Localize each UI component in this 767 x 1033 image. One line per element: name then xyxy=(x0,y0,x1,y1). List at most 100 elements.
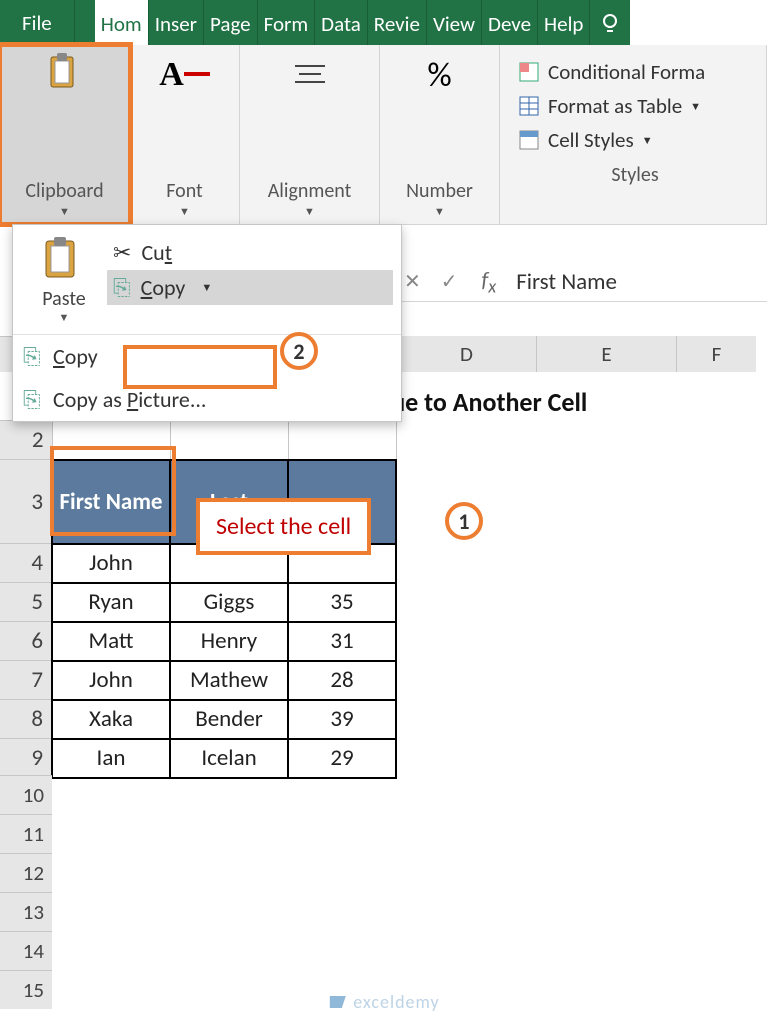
number-label: Number xyxy=(406,179,473,203)
col-e-header[interactable]: E xyxy=(536,336,676,372)
row-header[interactable]: 13 xyxy=(0,892,52,931)
cell-styles-label: Cell Styles xyxy=(548,127,634,153)
row-2-header[interactable]: 2 xyxy=(0,421,52,460)
scissors-icon: ✂ xyxy=(113,239,131,266)
tab-spacer xyxy=(75,0,95,45)
watermark: exceldemy xyxy=(327,991,439,1013)
cell[interactable]: Mathew xyxy=(170,661,288,700)
cell[interactable]: 28 xyxy=(288,661,396,700)
row-header[interactable]: 9 xyxy=(0,739,52,778)
cell[interactable]: Xaka xyxy=(52,700,170,739)
row-header[interactable]: 15 xyxy=(0,970,52,1009)
cell[interactable]: 39 xyxy=(288,700,396,739)
tab-file[interactable]: File xyxy=(0,0,75,45)
caret-icon: ▼ xyxy=(642,134,653,147)
format-as-table-button[interactable]: Format as Table ▼ xyxy=(518,93,701,119)
copy-icon: ⎘ xyxy=(113,274,131,301)
cell[interactable]: Bender xyxy=(170,700,288,739)
clipboard-caret-icon: ▼ xyxy=(59,205,70,218)
blank-rows: 10 11 12 13 14 15 xyxy=(0,775,52,1009)
tab-formulas[interactable]: Form xyxy=(258,0,316,45)
row-header[interactable]: 11 xyxy=(0,814,52,853)
cell[interactable]: 29 xyxy=(288,739,396,778)
annotation-callout: Select the cell xyxy=(196,498,371,555)
row-3-header[interactable]: 3 xyxy=(0,460,52,544)
cell[interactable] xyxy=(170,421,288,460)
clipboard-dropdown: Paste ▼ ✂ Cut ⎘ Copy ▼ ⎘ Copy ⎘ Copy as … xyxy=(12,224,402,422)
cut-button[interactable]: ✂ Cut xyxy=(107,235,393,270)
font-icon: A xyxy=(159,55,210,95)
clipboard-icon xyxy=(45,55,85,95)
submenu-copy[interactable]: ⎘ Copy xyxy=(13,335,401,378)
cell[interactable]: Giggs xyxy=(170,583,288,622)
tab-data[interactable]: Data xyxy=(315,0,368,45)
tab-help[interactable]: Help xyxy=(538,0,590,45)
col-f-header[interactable]: F xyxy=(676,336,756,372)
conditional-formatting-label: Conditional Forma xyxy=(548,59,705,85)
cell-styles-button[interactable]: Cell Styles ▼ xyxy=(518,127,653,153)
cell[interactable]: 31 xyxy=(288,622,396,661)
alignment-caret-icon: ▼ xyxy=(304,205,315,218)
font-label: Font xyxy=(166,179,202,203)
tab-page-layout[interactable]: Page xyxy=(204,0,258,45)
tab-review[interactable]: Revie xyxy=(368,0,427,45)
cancel-icon[interactable]: ✕ xyxy=(404,269,421,294)
worksheet-grid: C D E F alue to Another Cell 2 3 First N… xyxy=(0,390,767,1033)
col-d-header[interactable]: D xyxy=(396,336,536,372)
conditional-formatting-button[interactable]: Conditional Forma xyxy=(518,59,705,85)
caret-icon: ▼ xyxy=(201,281,212,294)
styles-label: Styles xyxy=(611,163,658,187)
watermark-logo-icon xyxy=(327,992,347,1012)
paste-button[interactable]: Paste ▼ xyxy=(21,231,107,328)
picture-icon: ⎘ xyxy=(23,386,41,413)
tab-view[interactable]: View xyxy=(427,0,482,45)
row-header[interactable]: 4 xyxy=(0,544,52,583)
caret-icon: ▼ xyxy=(690,100,701,113)
cell[interactable]: 35 xyxy=(288,583,396,622)
row-header[interactable]: 14 xyxy=(0,931,52,970)
group-clipboard[interactable]: Clipboard ▼ xyxy=(0,45,130,224)
group-font[interactable]: A Font ▼ xyxy=(130,45,240,224)
tab-developer[interactable]: Deve xyxy=(482,0,538,45)
row-header[interactable]: 7 xyxy=(0,661,52,700)
watermark-brand: exceldemy xyxy=(353,991,439,1013)
submenu-copy-as-picture[interactable]: ⎘ Copy as Picture... xyxy=(13,378,401,421)
paste-caret-icon: ▼ xyxy=(59,311,70,324)
cell[interactable] xyxy=(52,421,170,460)
row-header[interactable]: 5 xyxy=(0,583,52,622)
font-caret-icon: ▼ xyxy=(179,205,190,218)
row-header[interactable]: 8 xyxy=(0,700,52,739)
formula-value[interactable]: First Name xyxy=(506,268,617,296)
cell[interactable]: Icelan xyxy=(170,739,288,778)
tab-insert[interactable]: Inser xyxy=(149,0,204,45)
enter-icon[interactable]: ✓ xyxy=(441,269,458,294)
tell-me-icon[interactable] xyxy=(590,0,630,45)
number-caret-icon: ▼ xyxy=(434,205,445,218)
alignment-icon xyxy=(293,55,327,95)
fx-icon[interactable]: fx xyxy=(472,266,507,297)
group-styles: Conditional Forma Format as Table ▼ Cell… xyxy=(500,45,767,224)
copy-submenu: ⎘ Copy ⎘ Copy as Picture... xyxy=(13,334,401,421)
formula-bar: ✕ ✓ fx First Name xyxy=(390,262,767,302)
row-header[interactable]: 12 xyxy=(0,853,52,892)
cell[interactable]: Matt xyxy=(52,622,170,661)
row-header[interactable]: 6 xyxy=(0,622,52,661)
group-number[interactable]: % Number ▼ xyxy=(380,45,500,224)
format-as-table-label: Format as Table xyxy=(548,93,682,119)
header-first-name[interactable]: First Name xyxy=(52,460,170,544)
tab-home[interactable]: Hom xyxy=(95,0,149,45)
cell[interactable]: Ryan xyxy=(52,583,170,622)
alignment-label: Alignment xyxy=(268,179,352,203)
ribbon-body: Clipboard ▼ A Font ▼ Alignment ▼ % Numbe… xyxy=(0,45,767,225)
copy-label: Copy xyxy=(141,274,186,301)
copy-icon: ⎘ xyxy=(23,343,41,370)
row-header[interactable]: 10 xyxy=(0,775,52,814)
cell[interactable]: Henry xyxy=(170,622,288,661)
cell[interactable]: Ian xyxy=(52,739,170,778)
cell[interactable]: John xyxy=(52,544,170,583)
group-alignment[interactable]: Alignment ▼ xyxy=(240,45,380,224)
copy-button[interactable]: ⎘ Copy ▼ xyxy=(107,270,393,305)
paste-icon xyxy=(42,235,86,283)
cell[interactable] xyxy=(288,421,396,460)
cell[interactable]: John xyxy=(52,661,170,700)
